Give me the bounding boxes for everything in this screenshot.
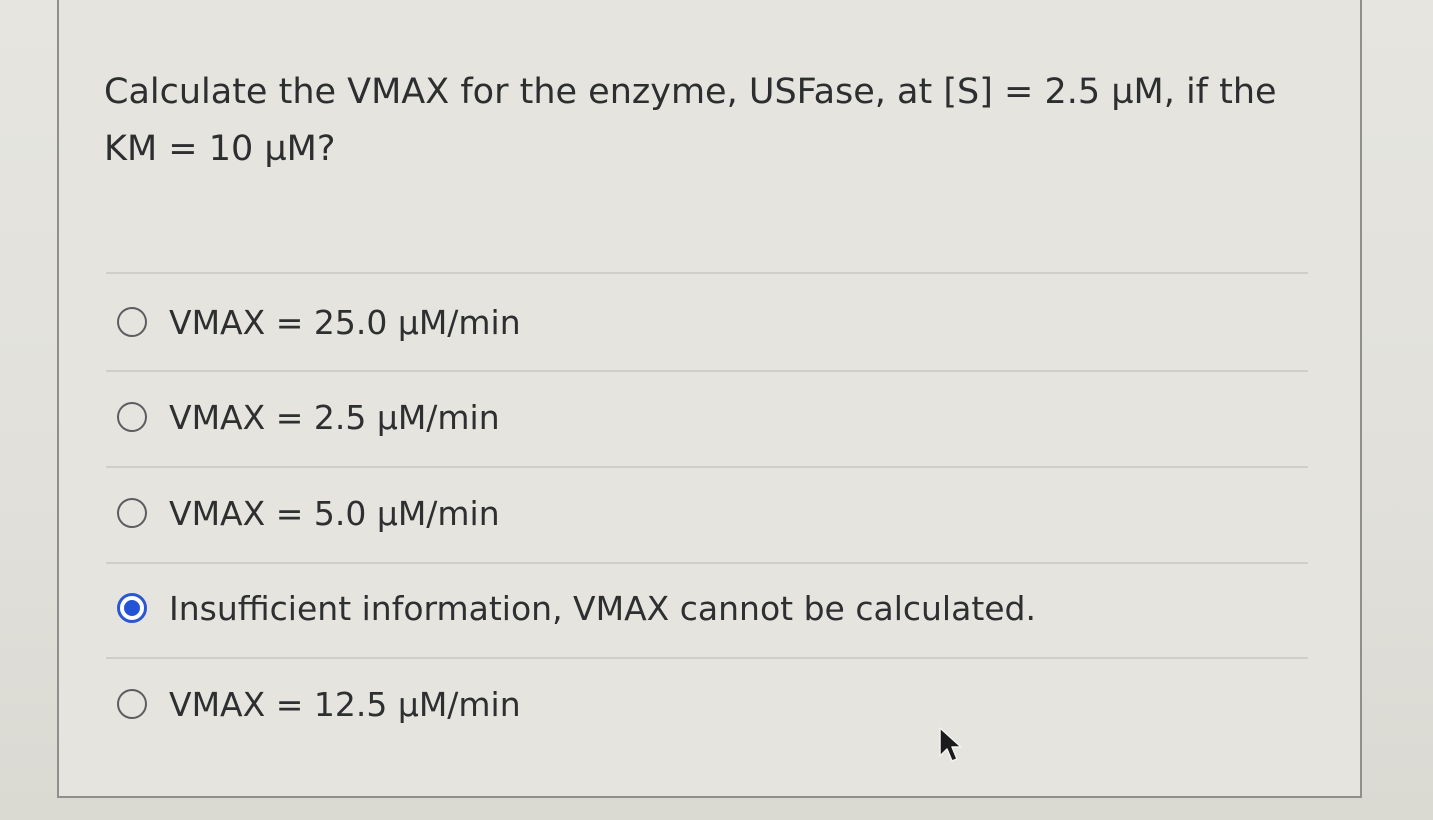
divider — [106, 272, 1308, 274]
divider — [106, 657, 1308, 659]
answer-label: VMAX = 2.5 µM/min — [169, 397, 500, 437]
answer-label: Insufficient information, VMAX cannot be… — [169, 588, 1036, 628]
divider — [106, 562, 1308, 564]
answer-option-5[interactable]: VMAX = 12.5 µM/min — [117, 674, 521, 734]
question-text: Calculate the VMAX for the enzyme, USFas… — [104, 64, 1324, 178]
answer-option-1[interactable]: VMAX = 25.0 µM/min — [117, 292, 521, 352]
radio-button-selected-icon[interactable] — [117, 593, 147, 623]
answer-label: VMAX = 5.0 µM/min — [169, 493, 500, 533]
radio-button-icon[interactable] — [117, 307, 147, 337]
radio-button-icon[interactable] — [117, 498, 147, 528]
question-line-2: KM = 10 µM? — [104, 129, 336, 169]
divider — [106, 466, 1308, 468]
radio-button-icon[interactable] — [117, 689, 147, 719]
divider — [106, 370, 1308, 372]
answer-label: VMAX = 12.5 µM/min — [169, 684, 521, 724]
question-line-1: Calculate the VMAX for the enzyme, USFas… — [104, 72, 1277, 112]
answer-option-4[interactable]: Insufficient information, VMAX cannot be… — [117, 578, 1036, 638]
radio-button-icon[interactable] — [117, 402, 147, 432]
answer-option-3[interactable]: VMAX = 5.0 µM/min — [117, 483, 500, 543]
mouse-pointer-icon — [939, 727, 962, 762]
answer-label: VMAX = 25.0 µM/min — [169, 302, 521, 342]
answer-option-2[interactable]: VMAX = 2.5 µM/min — [117, 387, 500, 447]
